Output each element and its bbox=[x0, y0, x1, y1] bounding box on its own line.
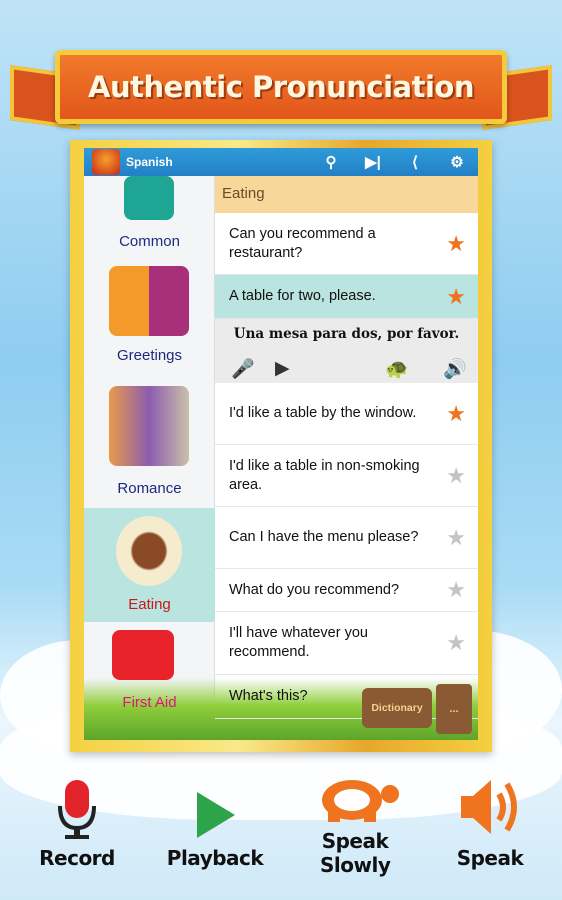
phrase-row[interactable]: Can I have the menu please? ★ bbox=[215, 507, 478, 569]
first-aid-image bbox=[112, 630, 174, 680]
phrase-row[interactable]: I'll have whatever you recommend. ★ bbox=[215, 612, 478, 675]
translation-text: Una mesa para dos, por favor. bbox=[233, 326, 460, 342]
phone-frame: Spanish ⚲ ▶| ⟨ ⚙ Common Greetings Romanc… bbox=[70, 140, 492, 752]
speaker-icon bbox=[461, 780, 517, 834]
phrase-text: I'd like a table by the window. bbox=[229, 405, 417, 421]
phrase-text: What's this? bbox=[229, 688, 308, 704]
speak-slowly-label: Speak Slowly bbox=[320, 829, 391, 877]
phrase-row[interactable]: What do you recommend? ★ bbox=[215, 569, 478, 612]
playback-label: Playback bbox=[166, 846, 264, 870]
app-title: Spanish bbox=[126, 155, 173, 169]
app-screen: Spanish ⚲ ▶| ⟨ ⚙ Common Greetings Romanc… bbox=[84, 148, 478, 740]
microphone-icon bbox=[58, 780, 96, 839]
phrase-text: What do you recommend? bbox=[229, 581, 400, 598]
dictionary-button[interactable]: Dictionary bbox=[362, 688, 432, 728]
romance-image bbox=[109, 386, 189, 466]
section-header: Eating bbox=[215, 176, 478, 213]
eating-image bbox=[116, 516, 182, 586]
favorite-star-icon[interactable]: ★ bbox=[446, 285, 466, 308]
phrase-text: A table for two, please. bbox=[229, 288, 376, 304]
star-icon[interactable]: ★ bbox=[446, 464, 466, 487]
play-icon[interactable]: ▶ bbox=[275, 357, 290, 380]
category-eating[interactable]: Eating bbox=[84, 508, 215, 622]
star-icon[interactable]: ★ bbox=[446, 526, 466, 549]
app-bar: Spanish ⚲ ▶| ⟨ ⚙ bbox=[84, 148, 478, 176]
translation-panel: Una mesa para dos, por favor. 🎤 ▶ 🐢 🔊 bbox=[215, 319, 478, 383]
share-icon[interactable]: ⟨ bbox=[394, 153, 436, 171]
playback-button[interactable]: Playback bbox=[150, 770, 280, 870]
speak-label: Speak bbox=[456, 846, 524, 870]
play-icon bbox=[197, 792, 235, 838]
phrase-text: Can I have the menu please? bbox=[229, 529, 419, 545]
ribbon: Authentic Pronunciation bbox=[55, 50, 507, 124]
phrase-text: I'll have whatever you recommend. bbox=[229, 625, 368, 660]
turtle-icon bbox=[322, 780, 399, 822]
category-sidebar: Common Greetings Romance Eating First Ai… bbox=[84, 176, 215, 740]
phrase-row[interactable]: Can you recommend a restaurant? ★ bbox=[215, 213, 478, 275]
category-label: Romance bbox=[117, 480, 182, 497]
record-button[interactable]: Record bbox=[12, 770, 142, 870]
phrase-text: Can you recommend a restaurant? bbox=[229, 225, 376, 261]
record-label: Record bbox=[39, 846, 115, 870]
app-logo-button[interactable] bbox=[92, 149, 120, 175]
category-label: Eating bbox=[128, 596, 171, 613]
more-button[interactable]: ... bbox=[436, 684, 472, 734]
category-first-aid[interactable]: First Aid bbox=[84, 622, 215, 740]
speaker-icon[interactable]: 🔊 bbox=[443, 357, 467, 381]
banner: Authentic Pronunciation bbox=[10, 40, 552, 135]
skip-next-icon[interactable]: ▶| bbox=[352, 153, 394, 171]
category-label: Greetings bbox=[116, 347, 183, 364]
category-greetings[interactable]: Greetings bbox=[84, 261, 215, 371]
speak-button[interactable]: Speak bbox=[428, 770, 552, 870]
banner-title: Authentic Pronunciation bbox=[88, 70, 475, 104]
turtle-icon[interactable]: 🐢 bbox=[385, 357, 409, 381]
speak-slowly-button[interactable]: Speak Slowly bbox=[290, 778, 420, 877]
gear-icon[interactable]: ⚙ bbox=[436, 153, 478, 171]
greetings-image bbox=[109, 266, 189, 336]
phrase-text: I'd like a table in non-smoking area. bbox=[229, 457, 420, 493]
favorite-star-icon[interactable]: ★ bbox=[446, 402, 466, 425]
category-common[interactable]: Common bbox=[84, 176, 215, 256]
phrase-row[interactable]: I'd like a table in non-smoking area. ★ bbox=[215, 445, 478, 507]
category-label: Common bbox=[119, 233, 180, 250]
category-label: First Aid bbox=[122, 694, 177, 711]
phrase-list: Eating Can you recommend a restaurant? ★ … bbox=[215, 176, 478, 740]
category-romance[interactable]: Romance bbox=[84, 376, 215, 501]
microphone-icon[interactable]: 🎤 bbox=[231, 357, 255, 381]
phrase-row[interactable]: I'd like a table by the window. ★ bbox=[215, 383, 478, 445]
favorite-star-icon[interactable]: ★ bbox=[446, 232, 466, 255]
search-icon[interactable]: ⚲ bbox=[310, 153, 352, 171]
common-image bbox=[124, 176, 174, 220]
phrase-row-selected[interactable]: A table for two, please. ★ bbox=[215, 275, 478, 319]
star-icon[interactable]: ★ bbox=[446, 579, 466, 601]
star-icon[interactable]: ★ bbox=[446, 632, 466, 654]
